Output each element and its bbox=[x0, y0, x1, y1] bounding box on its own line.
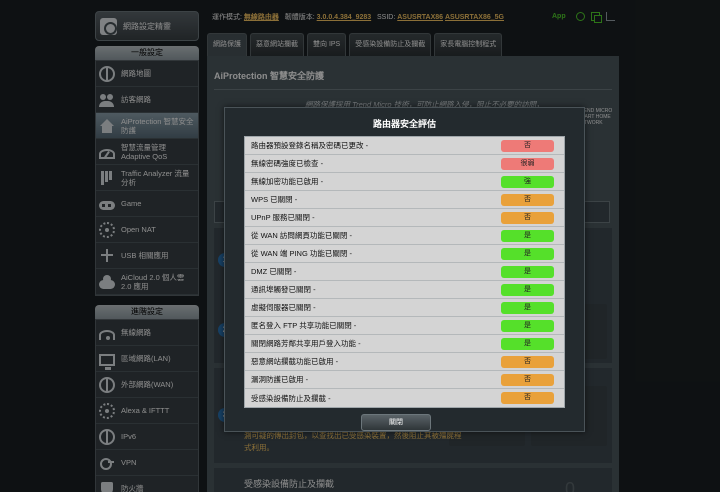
check-status-badge[interactable]: 否 bbox=[501, 392, 554, 404]
check-status-badge[interactable]: 否 bbox=[501, 373, 554, 386]
assessment-table: 路由器預設登錄名稱及密碼已更改 - 否無線密碼強度已檢查 - 很弱 無線加密功能已啟用… bbox=[244, 136, 565, 408]
check-status-badge[interactable]: 是 bbox=[501, 301, 554, 314]
check-label: 關閉網路芳鄰共享用戶登入功能 - bbox=[251, 339, 361, 348]
close-button[interactable]: 關閉 bbox=[361, 414, 431, 431]
security-assessment-dialog: 路由器安全評估 路由器預設登錄名稱及密碼已更改 - 否無線密碼強度已檢查 - 很弱無… bbox=[224, 107, 585, 432]
check-row: 從 WAN 訪問網頁功能已關閉 - 是 bbox=[245, 227, 564, 245]
check-label: WPS 已關閉 - bbox=[251, 195, 298, 204]
check-status-badge[interactable]: 是 bbox=[501, 337, 554, 350]
check-status-badge[interactable]: 很弱 bbox=[501, 157, 554, 170]
check-label: 受感染設備防止及攔截 - bbox=[251, 393, 331, 403]
check-label: 匿名登入 FTP 共享功能已關閉 - bbox=[251, 321, 357, 330]
check-row: 惡意網站攔截功能已啟用 - 否 bbox=[245, 353, 564, 371]
check-status-badge[interactable]: 是 bbox=[501, 247, 554, 260]
check-label: 從 WAN 端 PING 功能已關閉 - bbox=[251, 249, 352, 258]
check-row: 漏洞防護已啟用 - 否 bbox=[245, 371, 564, 389]
check-row: UPnP 服務已關閉 - 否 bbox=[245, 209, 564, 227]
check-row: 通訊埠觸發已關閉 - 是 bbox=[245, 281, 564, 299]
check-label: 路由器預設登錄名稱及密碼已更改 - bbox=[251, 141, 369, 150]
check-label: 從 WAN 訪問網頁功能已關閉 - bbox=[251, 231, 352, 240]
check-row: 匿名登入 FTP 共享功能已關閉 - 是 bbox=[245, 317, 564, 335]
check-status-badge[interactable]: 否 bbox=[501, 355, 554, 368]
check-row: WPS 已關閉 - 否 bbox=[245, 191, 564, 209]
check-status-badge[interactable]: 否 bbox=[501, 211, 554, 224]
check-label: 通訊埠觸發已關閉 - bbox=[251, 285, 316, 294]
check-row: 無線密碼強度已檢查 - 很弱 bbox=[245, 155, 564, 173]
check-status-badge[interactable]: 否 bbox=[501, 139, 554, 152]
check-row: 受感染設備防止及攔截 - 否 bbox=[245, 389, 564, 407]
check-status-badge[interactable]: 否 bbox=[501, 193, 554, 206]
check-label: 惡意網站攔截功能已啟用 - bbox=[251, 357, 339, 366]
check-row: 無線加密功能已啟用 - 強 bbox=[245, 173, 564, 191]
check-label: 無線密碼強度已檢查 - bbox=[251, 159, 324, 168]
check-status-badge[interactable]: 是 bbox=[501, 265, 554, 278]
dialog-title: 路由器安全評估 bbox=[372, 119, 436, 129]
check-status-badge[interactable]: 強 bbox=[501, 175, 554, 188]
check-row: 關閉網路芳鄰共享用戶登入功能 - 是 bbox=[245, 335, 564, 353]
check-status-badge[interactable]: 是 bbox=[501, 229, 554, 242]
check-status-badge[interactable]: 是 bbox=[501, 319, 554, 332]
check-row: 虛擬伺服器已關閉 - 是 bbox=[245, 299, 564, 317]
check-row: DMZ 已關閉 - 是 bbox=[245, 263, 564, 281]
check-label: DMZ 已關閉 - bbox=[251, 267, 297, 276]
check-label: 漏洞防護已啟用 - bbox=[251, 375, 309, 384]
check-status-badge[interactable]: 是 bbox=[501, 283, 554, 296]
check-row: 從 WAN 端 PING 功能已關閉 - 是 bbox=[245, 245, 564, 263]
check-row: 路由器預設登錄名稱及密碼已更改 - 否 bbox=[245, 137, 564, 155]
check-label: 無線加密功能已啟用 - bbox=[251, 177, 324, 186]
check-label: UPnP 服務已關閉 - bbox=[251, 213, 315, 222]
check-label: 虛擬伺服器已關閉 - bbox=[251, 303, 316, 312]
